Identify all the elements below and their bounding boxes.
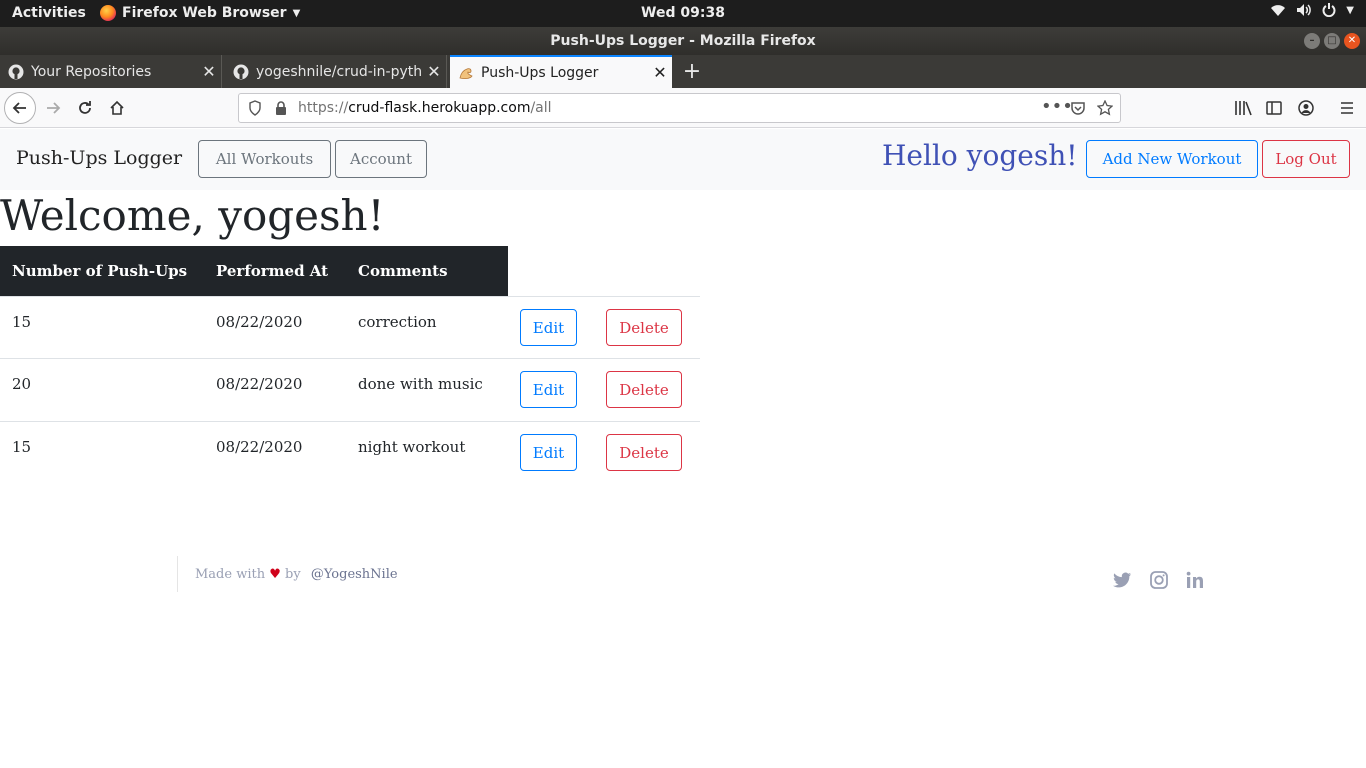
reload-icon [79, 101, 91, 114]
site-brand[interactable]: Push-Ups Logger [16, 147, 182, 169]
greeting-text: Hello yogesh! [882, 139, 1078, 172]
lock-icon[interactable] [275, 100, 287, 116]
instagram-icon[interactable] [1150, 571, 1168, 589]
github-icon [8, 64, 24, 79]
maximize-icon[interactable]: □ [1324, 33, 1340, 49]
system-top-bar: Activities Firefox Web Browser ▼ Wed 09:… [0, 0, 1366, 27]
table-row: 15 08/22/2020 night workout Edit Delete [0, 421, 700, 484]
close-icon[interactable]: ✕ [422, 62, 446, 81]
page-content: Push-Ups Logger All Workouts Account Hel… [0, 129, 1366, 768]
heart-icon: ♥ [269, 567, 281, 582]
edit-button[interactable]: Edit [520, 434, 577, 471]
delete-button[interactable]: Delete [606, 309, 682, 346]
shield-icon[interactable] [248, 100, 262, 116]
comment-cell: night workout [358, 438, 466, 456]
close-icon[interactable]: ✕ [1344, 33, 1360, 49]
pushups-cell: 20 [12, 375, 32, 393]
all-workouts-button[interactable]: All Workouts [198, 140, 331, 178]
library-icon[interactable] [1234, 100, 1252, 116]
back-button[interactable] [4, 92, 36, 124]
window-titlebar: Push-Ups Logger - Mozilla Firefox – □ ✕ [0, 27, 1366, 55]
twitter-icon[interactable] [1113, 572, 1132, 588]
window-title: Push-Ups Logger - Mozilla Firefox [550, 33, 816, 49]
delete-button[interactable]: Delete [606, 434, 682, 471]
table-header: Number of Push-Ups Performed At Comments [0, 246, 508, 296]
pocket-icon[interactable] [1070, 100, 1086, 116]
wifi-icon [1271, 5, 1286, 16]
url-bar[interactable]: https://crud-flask.herokuapp.com/all ••• [238, 93, 1121, 123]
flex-arm-icon [459, 67, 473, 79]
chevron-down-icon: ▼ [1346, 4, 1354, 16]
edit-button[interactable]: Edit [520, 371, 577, 408]
author-link[interactable]: @YogeshNile [311, 567, 398, 582]
column-header-performed-at: Performed At [216, 262, 329, 280]
url-text[interactable]: https://crud-flask.herokuapp.com/all [298, 100, 552, 116]
close-icon[interactable]: ✕ [648, 63, 672, 82]
home-icon [110, 100, 124, 115]
app-menu[interactable]: Firefox Web Browser ▼ [100, 5, 300, 21]
github-icon [233, 64, 249, 79]
system-tray[interactable]: ▼ [1270, 3, 1354, 17]
date-cell: 08/22/2020 [216, 438, 303, 456]
pushups-cell: 15 [12, 438, 32, 456]
home-button[interactable] [101, 92, 133, 124]
close-icon[interactable]: ✕ [197, 62, 221, 81]
chevron-down-icon: ▼ [292, 7, 301, 19]
power-icon [1322, 3, 1336, 17]
table-row: 15 08/22/2020 correction Edit Delete [0, 296, 700, 359]
edit-button[interactable]: Edit [520, 309, 577, 346]
date-cell: 08/22/2020 [216, 375, 303, 393]
activities-button[interactable]: Activities [12, 5, 86, 21]
site-navbar: Push-Ups Logger All Workouts Account Hel… [0, 129, 1366, 190]
column-header-comments: Comments [358, 262, 448, 280]
footer-credit: Made with ♥ by @YogeshNile [195, 567, 398, 582]
arrow-left-icon [12, 102, 26, 114]
app-menu-label: Firefox Web Browser [122, 5, 287, 21]
star-icon[interactable] [1097, 100, 1113, 116]
browser-toolbar: https://crud-flask.herokuapp.com/all ••• [0, 88, 1366, 128]
column-header-pushups: Number of Push-Ups [12, 262, 188, 280]
log-out-button[interactable]: Log Out [1262, 140, 1350, 178]
forward-button[interactable] [37, 92, 69, 124]
add-new-workout-button[interactable]: Add New Workout [1086, 140, 1258, 178]
tab-strip: Your Repositories ✕ yogeshnile/crud-in-p… [0, 55, 1366, 88]
new-tab-button[interactable]: + [680, 59, 704, 84]
table-row: 20 08/22/2020 done with music Edit Delet… [0, 358, 700, 421]
sidebar-icon[interactable] [1266, 100, 1282, 116]
date-cell: 08/22/2020 [216, 313, 303, 331]
comment-cell: correction [358, 313, 437, 331]
firefox-icon [100, 5, 116, 21]
account-button[interactable]: Account [335, 140, 427, 178]
hamburger-menu-icon[interactable] [1339, 100, 1355, 116]
pushups-cell: 15 [12, 313, 32, 331]
comment-cell: done with music [358, 375, 483, 393]
minimize-icon[interactable]: – [1304, 33, 1320, 49]
account-icon[interactable] [1298, 100, 1314, 116]
more-actions-icon[interactable]: ••• [1041, 96, 1073, 117]
tab-your-repositories[interactable]: Your Repositories ✕ [0, 55, 222, 88]
reload-button[interactable] [69, 92, 101, 124]
footer-divider [177, 556, 178, 592]
delete-button[interactable]: Delete [606, 371, 682, 408]
tab-crud-repo[interactable]: yogeshnile/crud-in-pytho ✕ [225, 55, 447, 88]
page-title: Welcome, yogesh! [0, 191, 385, 240]
linkedin-icon[interactable] [1186, 571, 1204, 589]
tab-push-ups-logger[interactable]: Push-Ups Logger ✕ [450, 55, 672, 88]
volume-icon [1297, 4, 1312, 16]
footer: Made with ♥ by @YogeshNile [0, 556, 1366, 596]
arrow-right-icon [47, 102, 61, 114]
